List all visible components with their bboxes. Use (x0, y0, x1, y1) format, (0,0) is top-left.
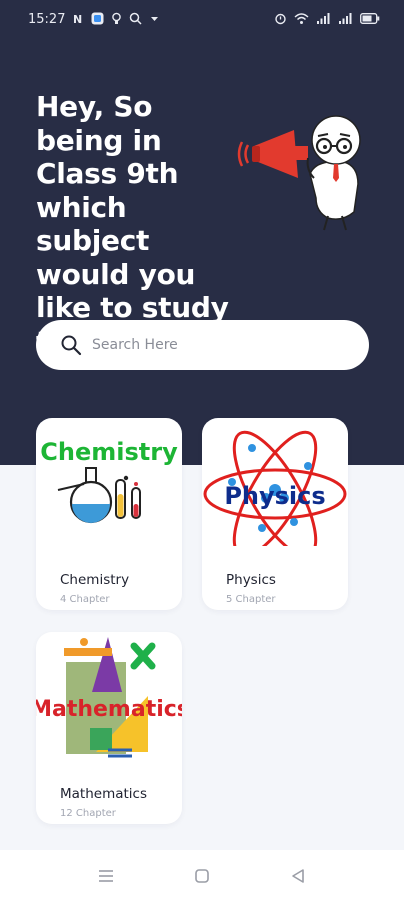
lightbulb-icon (112, 12, 121, 24)
card-chapter-count: 12 Chapter (60, 808, 116, 819)
card-title: Physics (226, 572, 276, 588)
subject-card-physics[interactable]: Physics Physics 5 Chapter (202, 418, 348, 610)
card-title: Mathematics (60, 786, 147, 802)
app-badge-icon (91, 12, 104, 25)
subject-card-chemistry[interactable]: Chemistry Chemistry 4 Chapter (36, 418, 182, 610)
home-square-icon[interactable] (192, 866, 212, 886)
search-small-icon (129, 12, 142, 25)
status-time: 15:27 (28, 12, 66, 27)
mascot-megaphone-icon (237, 115, 361, 231)
notification-n-icon: N (73, 13, 82, 25)
mathematics-art-label: Mathematics (36, 697, 182, 722)
svg-text:N: N (73, 13, 82, 25)
back-triangle-icon[interactable] (288, 866, 308, 886)
card-chapter-count: 5 Chapter (226, 594, 276, 605)
search-input[interactable] (92, 337, 332, 353)
status-right-icons (274, 12, 380, 25)
alarm-icon (275, 13, 286, 25)
menu-icon[interactable] (96, 866, 116, 886)
signal-1-icon (317, 13, 330, 24)
status-left-icons: N (72, 12, 161, 25)
chemistry-art-label: Chemistry (40, 438, 178, 466)
greeting-headline: Hey, So being in Class 9th which subject… (36, 90, 229, 358)
signal-2-icon (339, 13, 352, 24)
mathematics-illustration-icon: Mathematics (36, 637, 182, 758)
status-bar: 15:27 N (0, 0, 404, 42)
physics-atom-icon: Physics (203, 430, 347, 546)
battery-icon (360, 13, 380, 24)
card-chapter-count: 4 Chapter (60, 594, 110, 605)
wifi-icon (294, 13, 309, 24)
system-nav-bar (0, 850, 404, 900)
chemistry-illustration-icon: Chemistry (40, 438, 178, 524)
subject-card-mathematics[interactable]: Mathematics Mathematics 12 Chapter (36, 632, 182, 824)
card-title: Chemistry (60, 572, 130, 588)
search-bar[interactable] (36, 320, 369, 370)
app-screen: 15:27 N Hey, So being in Class 9th which… (0, 0, 404, 900)
physics-art-label: Physics (224, 482, 325, 510)
dropdown-caret-icon (151, 17, 158, 21)
hero-panel: 15:27 N Hey, So being in Class 9th which… (0, 0, 404, 465)
search-icon (61, 335, 82, 356)
